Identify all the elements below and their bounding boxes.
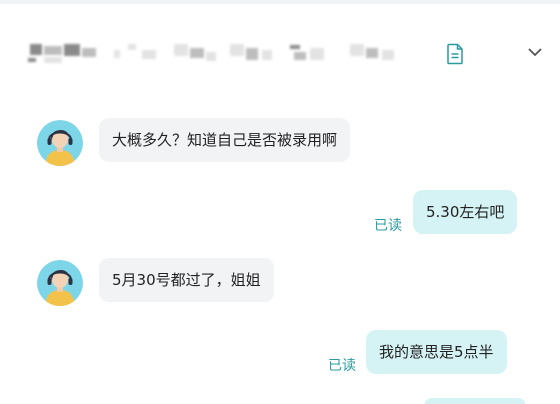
message-bubble[interactable]: 5.30左右吧 [413, 190, 518, 234]
mosaic-block [174, 44, 188, 56]
message-bubble-partial [424, 398, 526, 404]
mosaic-block [246, 48, 258, 60]
mosaic-block [382, 50, 394, 60]
message-row-incoming: 大概多久？知道自己是否被录用啊 [0, 118, 560, 168]
mosaic-block [28, 58, 36, 62]
mosaic-block [44, 57, 62, 63]
mosaic-block [44, 46, 62, 55]
mosaic-block [262, 50, 272, 60]
mosaic-block [350, 44, 364, 56]
file-document-icon[interactable] [446, 43, 464, 65]
read-status: 已读 [328, 358, 356, 374]
mosaic-block [128, 44, 136, 50]
mosaic-block [290, 45, 300, 49]
mosaic-block [114, 50, 120, 58]
message-bubble[interactable]: 我的意思是5点半 [366, 330, 507, 374]
mosaic-block [82, 48, 96, 57]
mosaic-block [294, 52, 306, 60]
avatar[interactable] [37, 120, 83, 166]
mosaic-block [30, 44, 42, 55]
mosaic-block [190, 48, 204, 58]
mosaic-block [310, 48, 324, 60]
mosaic-block [64, 44, 80, 56]
message-bubble[interactable]: 大概多久？知道自己是否被录用啊 [99, 118, 351, 162]
mosaic-block [230, 44, 244, 56]
message-bubble[interactable]: 5月30号都过了，姐姐 [99, 258, 274, 302]
mosaic-block [206, 52, 216, 61]
chat-header [0, 4, 560, 96]
message-row-outgoing: 已读 我的意思是5点半 [0, 330, 560, 378]
chevron-down-icon[interactable] [526, 44, 544, 60]
user-avatar-icon [37, 120, 83, 166]
mosaic-block [142, 50, 156, 59]
read-status: 已读 [374, 218, 402, 234]
user-avatar-icon [37, 260, 83, 306]
avatar[interactable] [37, 260, 83, 306]
chat-window: 大概多久？知道自己是否被录用啊 已读 5.30左右吧 5月30号都过了，姐姐 已… [0, 0, 560, 404]
message-row-incoming: 5月30号都过了，姐姐 [0, 258, 560, 308]
message-row-outgoing: 已读 5.30左右吧 [0, 190, 560, 238]
mosaic-block [366, 48, 378, 58]
